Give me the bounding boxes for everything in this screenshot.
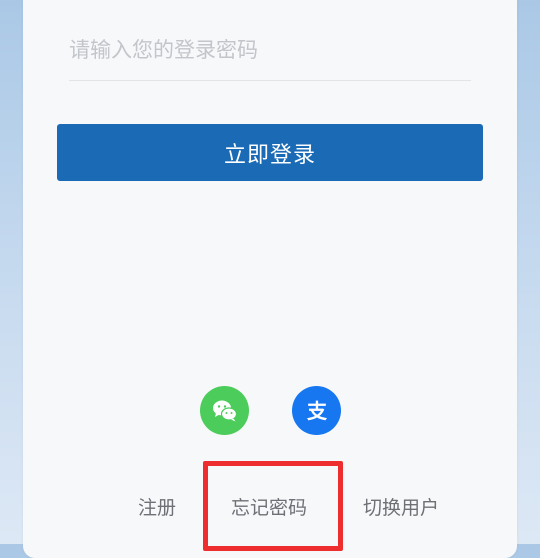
register-link[interactable]: 注册 <box>138 493 176 520</box>
switch-user-link[interactable]: 切换用户 <box>363 493 439 520</box>
forgot-password-link[interactable]: 忘记密码 <box>231 493 307 520</box>
password-input[interactable] <box>69 24 471 76</box>
wechat-icon <box>212 400 237 421</box>
svg-text:支: 支 <box>307 399 328 423</box>
alipay-login-button[interactable]: 支 <box>292 386 341 435</box>
wechat-login-button[interactable] <box>200 386 249 435</box>
login-card <box>23 0 517 558</box>
login-button[interactable]: 立即登录 <box>57 124 483 181</box>
password-field[interactable] <box>69 24 471 81</box>
alipay-icon: 支 <box>307 399 328 423</box>
